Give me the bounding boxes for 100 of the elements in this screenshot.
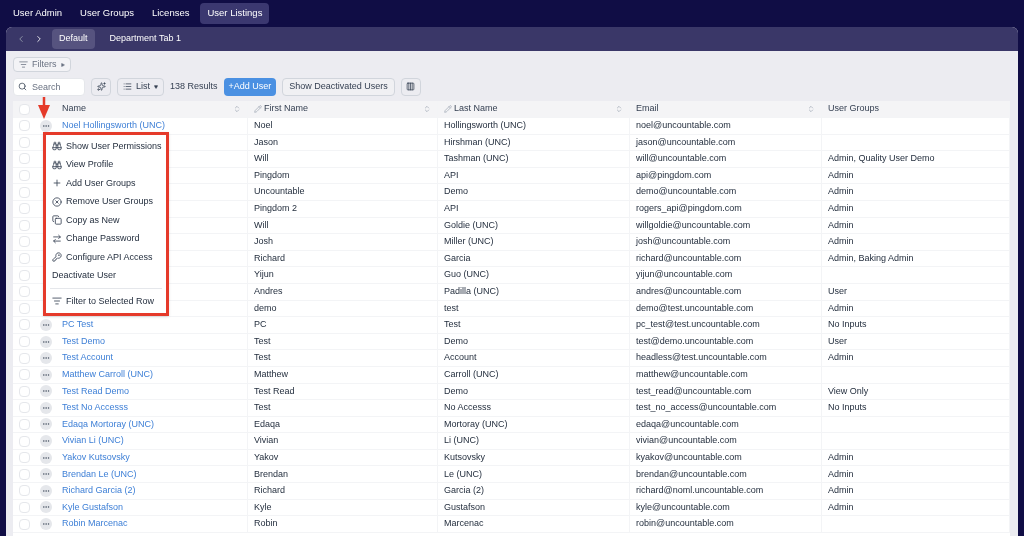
- user-name-link[interactable]: Edaqa Mortoray (UNC): [62, 417, 155, 432]
- menu-item[interactable]: View Profile: [46, 155, 166, 174]
- nav-tab[interactable]: Licenses: [144, 3, 197, 24]
- table-cell: Robin: [254, 517, 278, 531]
- row-checkbox[interactable]: [18, 236, 30, 248]
- column-header[interactable]: Last Name: [454, 102, 615, 116]
- user-name-link[interactable]: PC Test: [62, 318, 94, 332]
- pencil-icon: [444, 105, 452, 113]
- row-actions-button[interactable]: [39, 385, 52, 398]
- row-actions-button[interactable]: [39, 318, 52, 331]
- table-cell: will@uncountable.com: [636, 152, 727, 166]
- row-checkbox[interactable]: [18, 286, 30, 298]
- menu-item[interactable]: Add User Groups: [46, 174, 166, 193]
- row-checkbox[interactable]: [18, 352, 30, 364]
- row-checkbox[interactable]: [18, 419, 30, 430]
- row-checkbox[interactable]: [18, 219, 30, 231]
- row-checkbox[interactable]: [18, 385, 30, 397]
- row-actions-button[interactable]: [39, 418, 52, 431]
- sort-icon[interactable]: [423, 105, 431, 113]
- table-cell-text: Admin: [828, 218, 854, 232]
- column-header[interactable]: User Groups: [828, 102, 1003, 116]
- user-name-link[interactable]: Test Demo: [62, 334, 105, 349]
- menu-item[interactable]: Remove User Groups: [46, 192, 166, 211]
- user-name-link[interactable]: Matthew Carroll (UNC): [62, 367, 153, 382]
- menu-item[interactable]: Copy as New: [46, 211, 166, 230]
- menu-item[interactable]: Change Password: [46, 229, 166, 248]
- menu-item[interactable]: Deactivate User: [46, 266, 166, 285]
- row-actions-button[interactable]: [39, 484, 52, 497]
- row-checkbox[interactable]: [18, 186, 30, 198]
- user-name-link[interactable]: Richard Garcia (2): [62, 484, 136, 498]
- row-checkbox[interactable]: [18, 452, 30, 464]
- row-actions-button[interactable]: [39, 468, 52, 481]
- column-header[interactable]: Email: [636, 102, 807, 116]
- forward-icon[interactable]: [34, 34, 44, 44]
- search-field[interactable]: Search: [13, 77, 85, 96]
- row-checkbox[interactable]: [18, 120, 30, 132]
- row-checkbox[interactable]: [18, 369, 30, 381]
- table-cell-text: kyakov@uncountable.com: [636, 450, 742, 464]
- table-cell-text: Andres: [254, 285, 283, 298]
- table-cell: noel@uncountable.com: [636, 119, 731, 133]
- row-checkbox[interactable]: [18, 435, 30, 447]
- row-checkbox[interactable]: [18, 319, 30, 331]
- row-checkbox[interactable]: [18, 501, 30, 513]
- table-cell-text: Garcia: [444, 251, 471, 265]
- row-checkbox[interactable]: [18, 253, 30, 265]
- row-actions-button[interactable]: [39, 501, 52, 514]
- row-actions-button[interactable]: [39, 435, 52, 448]
- user-name-link[interactable]: Noel Hollingsworth (UNC): [62, 119, 166, 133]
- back-icon[interactable]: [16, 34, 26, 44]
- user-name-link[interactable]: Yakov Kutsovsky: [62, 450, 130, 465]
- table-cell: Marcenac: [444, 517, 484, 531]
- nav-tab[interactable]: User Listings: [200, 3, 270, 24]
- row-checkbox[interactable]: [18, 468, 30, 480]
- row-checkbox[interactable]: [18, 336, 30, 347]
- nav-tab[interactable]: User Admin: [6, 3, 70, 24]
- row-checkbox[interactable]: [18, 170, 30, 182]
- row-actions-button[interactable]: [39, 335, 52, 348]
- table-cell: Tashman (UNC): [444, 152, 509, 166]
- user-name-link[interactable]: Test Account: [62, 351, 114, 365]
- row-checkbox[interactable]: [18, 518, 30, 530]
- user-name-link[interactable]: Kyle Gustafson: [62, 500, 124, 515]
- magic-button[interactable]: [91, 77, 111, 96]
- row-checkbox[interactable]: [18, 402, 30, 414]
- select-all-checkbox[interactable]: [18, 103, 30, 115]
- row-actions-button[interactable]: [39, 352, 52, 365]
- show-deactivated-button[interactable]: Show Deactivated Users: [282, 77, 395, 96]
- view-dropdown[interactable]: List: [117, 77, 164, 96]
- user-name-link[interactable]: Vivian Li (UNC): [62, 434, 124, 448]
- sort-icon[interactable]: [615, 105, 623, 113]
- row-actions-button[interactable]: [39, 451, 52, 464]
- view-tab[interactable]: Department Tab 1: [102, 29, 188, 49]
- table-cell-text: API: [444, 202, 459, 215]
- row-checkbox[interactable]: [18, 136, 30, 148]
- view-tab[interactable]: Default: [52, 29, 95, 49]
- sort-icon[interactable]: [807, 105, 815, 113]
- row-checkbox[interactable]: [18, 153, 30, 165]
- columns-button[interactable]: [400, 77, 421, 96]
- row-actions-button[interactable]: [39, 119, 52, 132]
- row-checkbox[interactable]: [18, 485, 30, 497]
- nav-tab[interactable]: User Groups: [73, 3, 141, 24]
- column-header[interactable]: Name: [62, 102, 233, 116]
- menu-item[interactable]: Configure API Access: [46, 248, 166, 267]
- row-checkbox[interactable]: [18, 302, 30, 314]
- table-cell-text: View Only: [828, 384, 869, 398]
- row-checkbox[interactable]: [18, 203, 30, 215]
- menu-item[interactable]: Show User Permissions: [46, 137, 166, 156]
- column-header[interactable]: First Name: [264, 102, 423, 116]
- menu-item[interactable]: Filter to Selected Row: [46, 292, 166, 311]
- row-actions-button[interactable]: [39, 368, 52, 381]
- row-actions-button[interactable]: [39, 401, 52, 414]
- user-name-link[interactable]: Robin Marcenac: [62, 517, 128, 531]
- filter-icon: [19, 60, 28, 69]
- user-name-link[interactable]: Test No Accesss: [62, 401, 129, 415]
- table-cell-text: Test: [254, 334, 271, 348]
- filters-button[interactable]: Filters: [13, 57, 71, 72]
- row-checkbox[interactable]: [18, 269, 30, 281]
- row-actions-button[interactable]: [39, 518, 52, 531]
- user-name-link[interactable]: Test Read Demo: [62, 384, 130, 399]
- sort-icon[interactable]: [233, 105, 241, 113]
- user-name-link[interactable]: Brendan Le (UNC): [62, 467, 137, 481]
